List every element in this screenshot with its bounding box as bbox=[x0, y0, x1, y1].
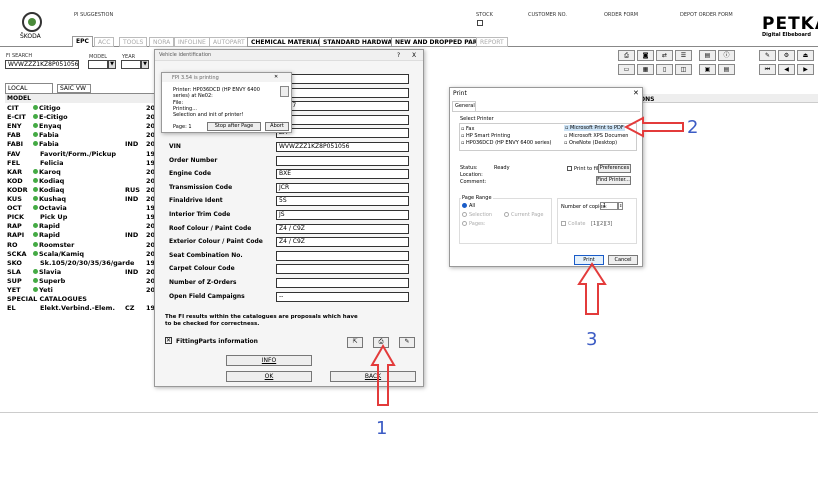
annotation-number-3: 3 bbox=[586, 329, 598, 350]
arrow-1 bbox=[370, 344, 396, 406]
annotation-number-1: 1 bbox=[376, 418, 388, 439]
arrow-2 bbox=[623, 116, 684, 138]
arrow-3 bbox=[577, 262, 607, 315]
annotation-number-2: 2 bbox=[687, 117, 699, 138]
annotation-overlay bbox=[370, 116, 684, 406]
